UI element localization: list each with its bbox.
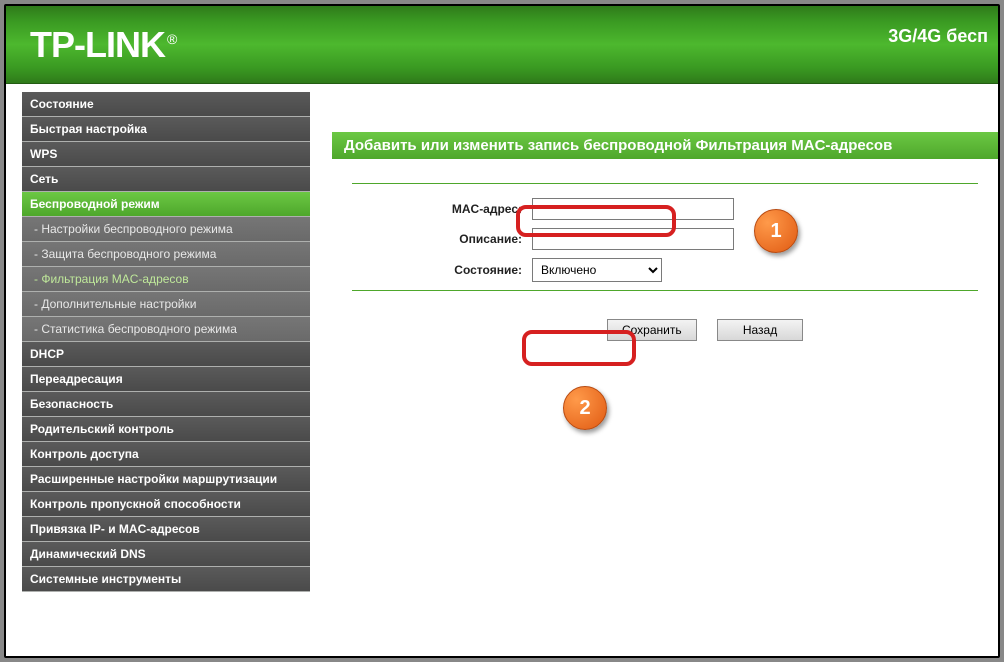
sidebar-item-6[interactable]: - Защита беспроводного режима <box>22 242 310 267</box>
divider <box>352 290 978 291</box>
sidebar-item-15[interactable]: Расширенные настройки маршрутизации <box>22 467 310 492</box>
sidebar-item-18[interactable]: Динамический DNS <box>22 542 310 567</box>
sidebar-item-9[interactable]: - Статистика беспроводного режима <box>22 317 310 342</box>
description-input[interactable] <box>532 228 734 250</box>
sidebar-item-12[interactable]: Безопасность <box>22 392 310 417</box>
sidebar-item-8[interactable]: - Дополнительные настройки <box>22 292 310 317</box>
sidebar-item-5[interactable]: - Настройки беспроводного режима <box>22 217 310 242</box>
sidebar-item-14[interactable]: Контроль доступа <box>22 442 310 467</box>
sidebar-item-13[interactable]: Родительский контроль <box>22 417 310 442</box>
sidebar-item-11[interactable]: Переадресация <box>22 367 310 392</box>
page-title: Добавить или изменить запись беспроводно… <box>332 132 998 159</box>
sidebar-item-7[interactable]: - Фильтрация MAC-адресов <box>22 267 310 292</box>
mac-label: MAC-адрес: <box>352 202 532 216</box>
brand-text: TP-LINK <box>30 24 165 65</box>
sidebar-item-0[interactable]: Состояние <box>22 92 310 117</box>
sidebar-item-17[interactable]: Привязка IP- и MAC-адресов <box>22 517 310 542</box>
banner-product-text: 3G/4G бесп <box>888 26 988 47</box>
save-button[interactable]: Сохранить <box>607 319 697 341</box>
divider <box>352 183 978 184</box>
status-select[interactable]: ВключеноОтключено <box>532 258 662 282</box>
brand-logo: TP-LINK® <box>30 24 176 66</box>
sidebar-nav: СостояниеБыстрая настройкаWPSСетьБеспров… <box>22 92 310 592</box>
sidebar-item-16[interactable]: Контроль пропускной способности <box>22 492 310 517</box>
header-banner: TP-LINK® 3G/4G бесп <box>6 6 998 84</box>
back-button[interactable]: Назад <box>717 319 803 341</box>
status-label: Состояние: <box>352 263 532 277</box>
callout-step-2: 2 <box>563 386 607 430</box>
content-area: СостояниеБыстрая настройкаWPSСетьБеспров… <box>22 92 998 656</box>
callout-step-1: 1 <box>754 209 798 253</box>
mac-input[interactable] <box>532 198 734 220</box>
sidebar-item-1[interactable]: Быстрая настройка <box>22 117 310 142</box>
sidebar-item-2[interactable]: WPS <box>22 142 310 167</box>
sidebar-item-10[interactable]: DHCP <box>22 342 310 367</box>
sidebar-item-4[interactable]: Беспроводной режим <box>22 192 310 217</box>
brand-reg: ® <box>167 31 176 47</box>
sidebar-item-3[interactable]: Сеть <box>22 167 310 192</box>
sidebar-item-19[interactable]: Системные инструменты <box>22 567 310 592</box>
description-label: Описание: <box>352 232 532 246</box>
main-panel: Добавить или изменить запись беспроводно… <box>332 92 998 341</box>
